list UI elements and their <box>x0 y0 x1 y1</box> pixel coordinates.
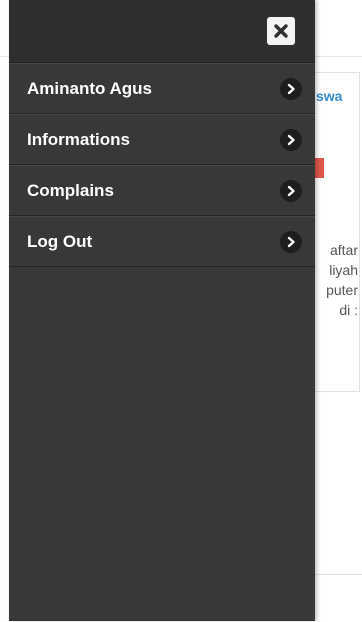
menu-item-logout[interactable]: Log Out <box>9 216 315 267</box>
drawer-header <box>9 0 315 63</box>
side-drawer: Aminanto Agus Informations Complains Log… <box>9 0 315 621</box>
card-text: aftar liyah puter di : <box>310 240 358 320</box>
card-title: swa <box>316 88 343 104</box>
menu-item-informations[interactable]: Informations <box>9 114 315 165</box>
chevron-right-icon <box>280 77 302 100</box>
menu-item-profile[interactable]: Aminanto Agus <box>9 63 315 114</box>
drawer-menu: Aminanto Agus Informations Complains Log… <box>9 63 315 267</box>
menu-item-label: Informations <box>27 129 130 149</box>
menu-item-complains[interactable]: Complains <box>9 165 315 216</box>
card-text-line: puter <box>326 282 358 298</box>
card-text-line: liyah <box>329 262 358 278</box>
card-text-line: aftar <box>329 242 358 258</box>
close-button[interactable] <box>267 17 295 45</box>
chevron-right-icon <box>280 230 302 253</box>
menu-item-label: Log Out <box>27 231 93 251</box>
card-text-line: di : <box>339 302 358 318</box>
chevron-right-icon <box>280 128 302 151</box>
menu-item-label: Complains <box>27 180 114 200</box>
menu-item-label: Aminanto Agus <box>27 78 152 98</box>
chevron-right-icon <box>280 179 302 202</box>
close-icon <box>274 24 288 38</box>
